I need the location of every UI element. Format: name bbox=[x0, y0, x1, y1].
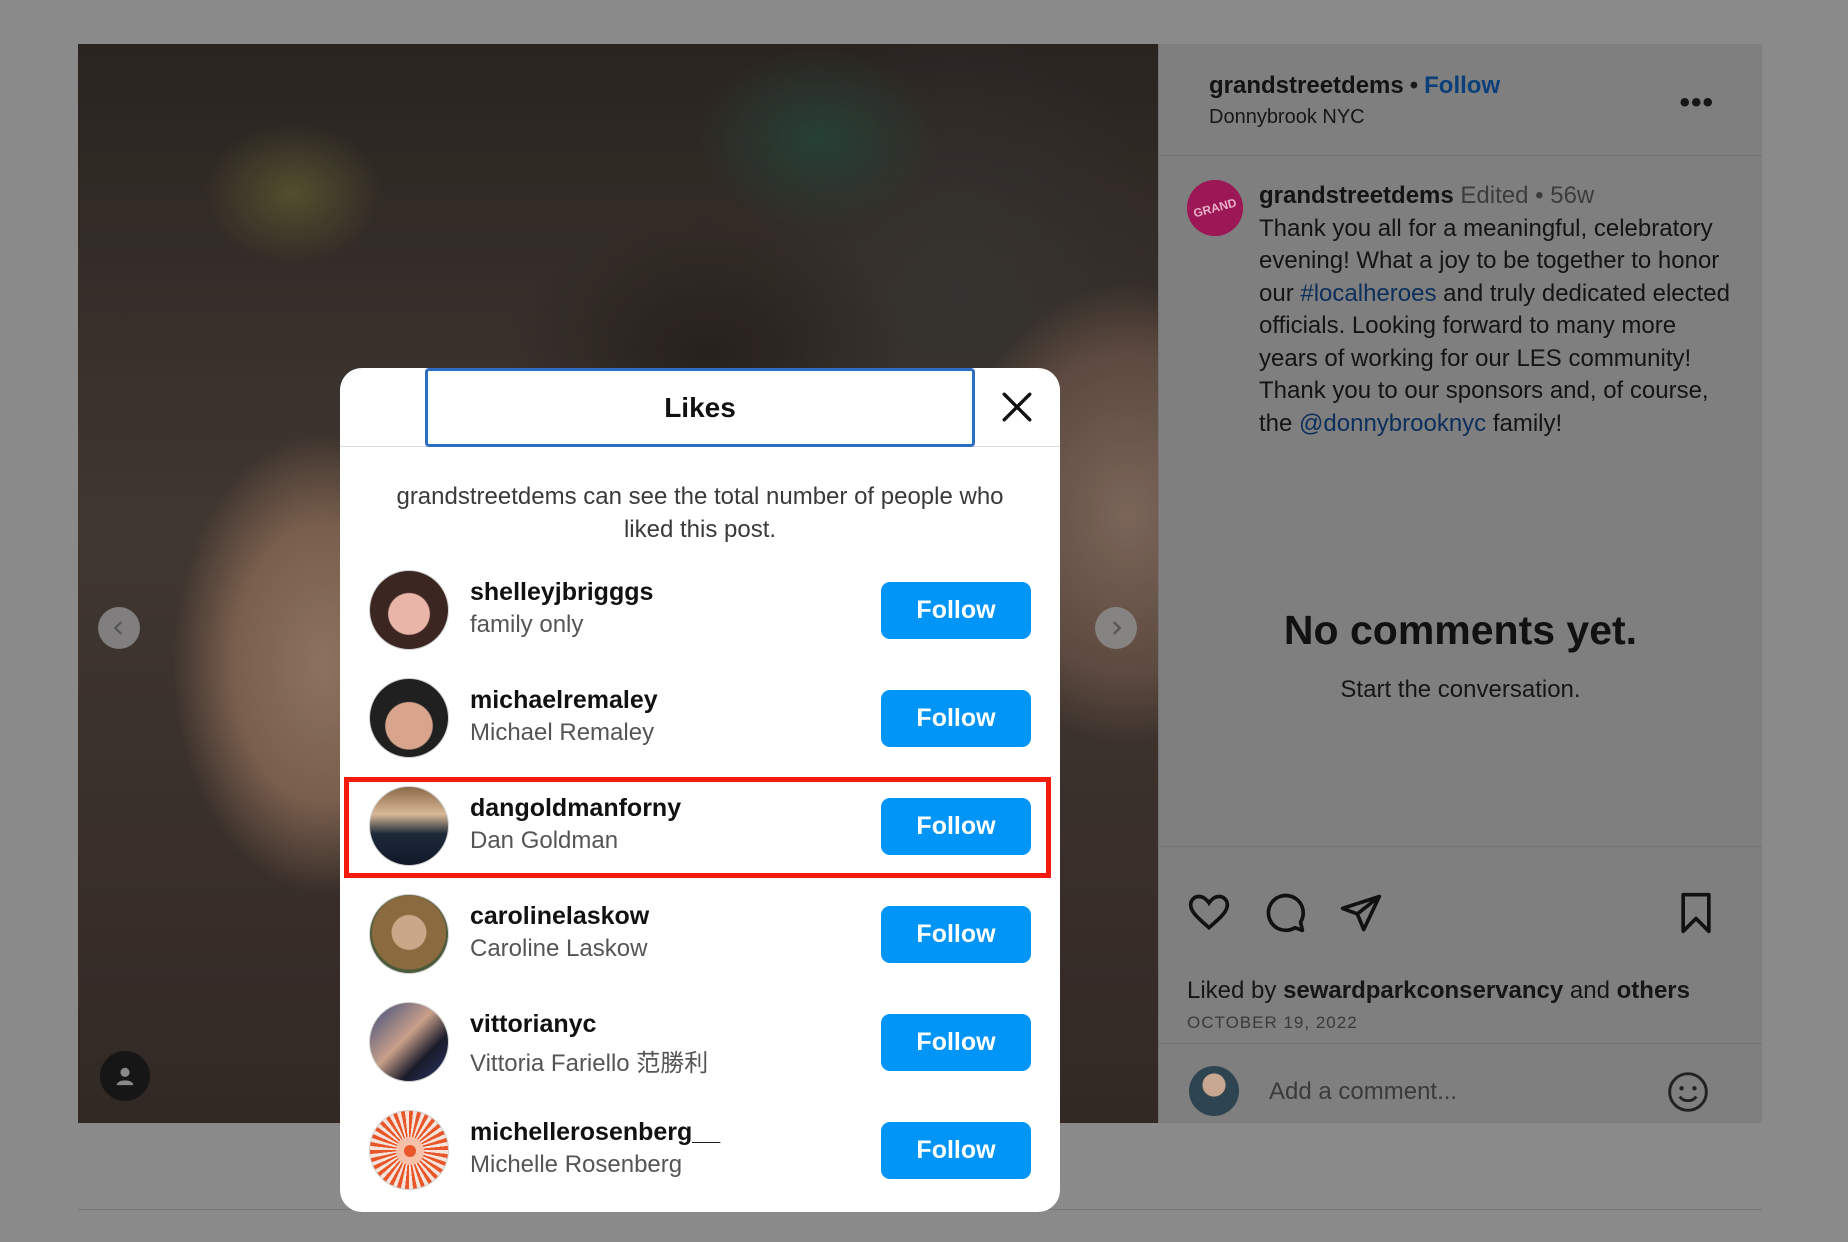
user-icon bbox=[116, 1067, 134, 1086]
post-username-link[interactable]: grandstreetdems bbox=[1209, 72, 1404, 99]
user-avatar[interactable] bbox=[369, 894, 449, 974]
like-display-name: Dan Goldman bbox=[470, 827, 619, 854]
post-sidebar: grandstreetdems • Follow Donnybrook NYC ••… bbox=[1158, 44, 1762, 1123]
prev-photo-button[interactable] bbox=[98, 607, 140, 649]
like-list-item: dangoldmanforny Dan Goldman Follow bbox=[340, 772, 1060, 880]
no-comments-title: No comments yet. bbox=[1283, 607, 1638, 653]
post-location-link[interactable]: Donnybrook NYC bbox=[1209, 106, 1365, 129]
likes-privacy-notice: grandstreetdems can see the total number… bbox=[396, 483, 1004, 543]
mention-link[interactable]: @donnybrooknyc bbox=[1299, 410, 1486, 437]
like-display-name: Vittoria Fariello 范勝利 bbox=[470, 1050, 709, 1077]
action-icons bbox=[1187, 891, 1383, 935]
follow-button[interactable]: Follow bbox=[881, 1014, 1031, 1071]
follow-button[interactable]: Follow bbox=[881, 582, 1031, 639]
caption-edited-label: Edited bbox=[1460, 182, 1529, 209]
like-username[interactable]: michellerosenberg__ bbox=[470, 1118, 720, 1147]
user-avatar[interactable] bbox=[369, 1002, 449, 1082]
post-header: grandstreetdems • Follow Donnybrook NYC ••… bbox=[1159, 44, 1762, 156]
like-username[interactable]: vittorianyc bbox=[470, 1010, 596, 1039]
user-avatar[interactable] bbox=[369, 786, 449, 866]
like-username[interactable]: carolinelaskow bbox=[470, 902, 649, 931]
grand-st-logo-icon: GRAND bbox=[1187, 180, 1243, 236]
like-list-item: michaelremaley Michael Remaley Follow bbox=[340, 664, 1060, 772]
hashtag-link[interactable]: #localheroes bbox=[1300, 280, 1436, 307]
follow-button[interactable]: Follow bbox=[881, 798, 1031, 855]
sunburst-logo-icon bbox=[396, 1137, 424, 1165]
like-display-name: family only bbox=[470, 611, 584, 638]
no-comments-subtitle: Start the conversation. bbox=[1340, 676, 1581, 703]
follow-button[interactable]: Follow bbox=[881, 906, 1031, 963]
comment-composer: Add a comment... bbox=[1159, 1043, 1762, 1124]
caption-text: grandstreetdems Edited • 56w Thank you a… bbox=[1259, 180, 1738, 440]
like-username[interactable]: michaelremaley bbox=[470, 686, 658, 715]
separator-dot: • bbox=[1409, 72, 1419, 99]
next-photo-button[interactable] bbox=[1095, 607, 1137, 649]
comment-icon[interactable] bbox=[1263, 891, 1307, 935]
user-avatar[interactable] bbox=[369, 1110, 449, 1190]
current-user-avatar bbox=[1189, 1066, 1239, 1116]
post-caption: GRAND grandstreetdems Edited • 56w Thank… bbox=[1187, 180, 1738, 440]
like-list-item: vittorianyc Vittoria Fariello 范勝利 Follow bbox=[340, 988, 1060, 1096]
liked-by-prefix: Liked by bbox=[1187, 977, 1284, 1004]
post-date[interactable]: OCTOBER 19, 2022 bbox=[1187, 1013, 1358, 1033]
likes-dialog-title: Likes bbox=[425, 368, 975, 447]
post-header-user: grandstreetdems • Follow bbox=[1209, 72, 1500, 100]
chevron-right-icon bbox=[1112, 621, 1122, 635]
like-username[interactable]: shelleyjbrigggs bbox=[470, 578, 653, 607]
likes-dialog: Likes grandstreetdems can see the total … bbox=[340, 368, 1060, 1212]
post-actions: Liked by sewardparkconservancy and other… bbox=[1159, 846, 1762, 1123]
caption-age[interactable]: 56w bbox=[1550, 182, 1594, 209]
like-list-item: michellerosenberg__ Michelle Rosenberg F… bbox=[340, 1096, 1060, 1204]
user-avatar[interactable] bbox=[369, 678, 449, 758]
like-list-item: shelleyjbrigggs family only Follow bbox=[340, 556, 1060, 664]
likes-dialog-header: Likes bbox=[340, 368, 1060, 447]
more-options-button[interactable]: ••• bbox=[1679, 86, 1714, 120]
like-display-name: Michelle Rosenberg bbox=[470, 1151, 683, 1178]
close-icon[interactable] bbox=[1000, 390, 1034, 424]
caption-separator-dot: • bbox=[1535, 182, 1544, 209]
share-icon[interactable] bbox=[1339, 891, 1383, 935]
caption-text-part-4: family! bbox=[1486, 409, 1563, 437]
follow-button[interactable]: Follow bbox=[881, 1122, 1031, 1179]
like-list-item: carolinelaskow Caroline Laskow Follow bbox=[340, 880, 1060, 988]
like-display-name: Michael Remaley bbox=[470, 719, 655, 746]
user-avatar[interactable] bbox=[369, 570, 449, 650]
caption-username-link[interactable]: grandstreetdems bbox=[1259, 182, 1454, 209]
caption-avatar[interactable]: GRAND bbox=[1187, 180, 1243, 236]
tagged-users-button[interactable] bbox=[100, 1051, 150, 1101]
emoji-icon[interactable] bbox=[1666, 1070, 1710, 1114]
chevron-left-icon bbox=[113, 621, 123, 635]
header-follow-button[interactable]: Follow bbox=[1424, 72, 1500, 99]
comment-input[interactable]: Add a comment... bbox=[1269, 1078, 1457, 1106]
liked-by-text: Liked by sewardparkconservancy and other… bbox=[1187, 977, 1690, 1005]
liked-by-user-link[interactable]: sewardparkconservancy bbox=[1283, 977, 1563, 1004]
bookmark-icon bbox=[1681, 892, 1711, 934]
liked-by-and: and bbox=[1563, 977, 1617, 1004]
like-username[interactable]: dangoldmanforny bbox=[470, 794, 681, 823]
like-display-name: Caroline Laskow bbox=[470, 935, 648, 962]
follow-button[interactable]: Follow bbox=[881, 690, 1031, 747]
save-button[interactable] bbox=[1674, 891, 1718, 940]
liked-by-others-link[interactable]: others bbox=[1617, 977, 1690, 1004]
heart-icon[interactable] bbox=[1187, 891, 1231, 935]
